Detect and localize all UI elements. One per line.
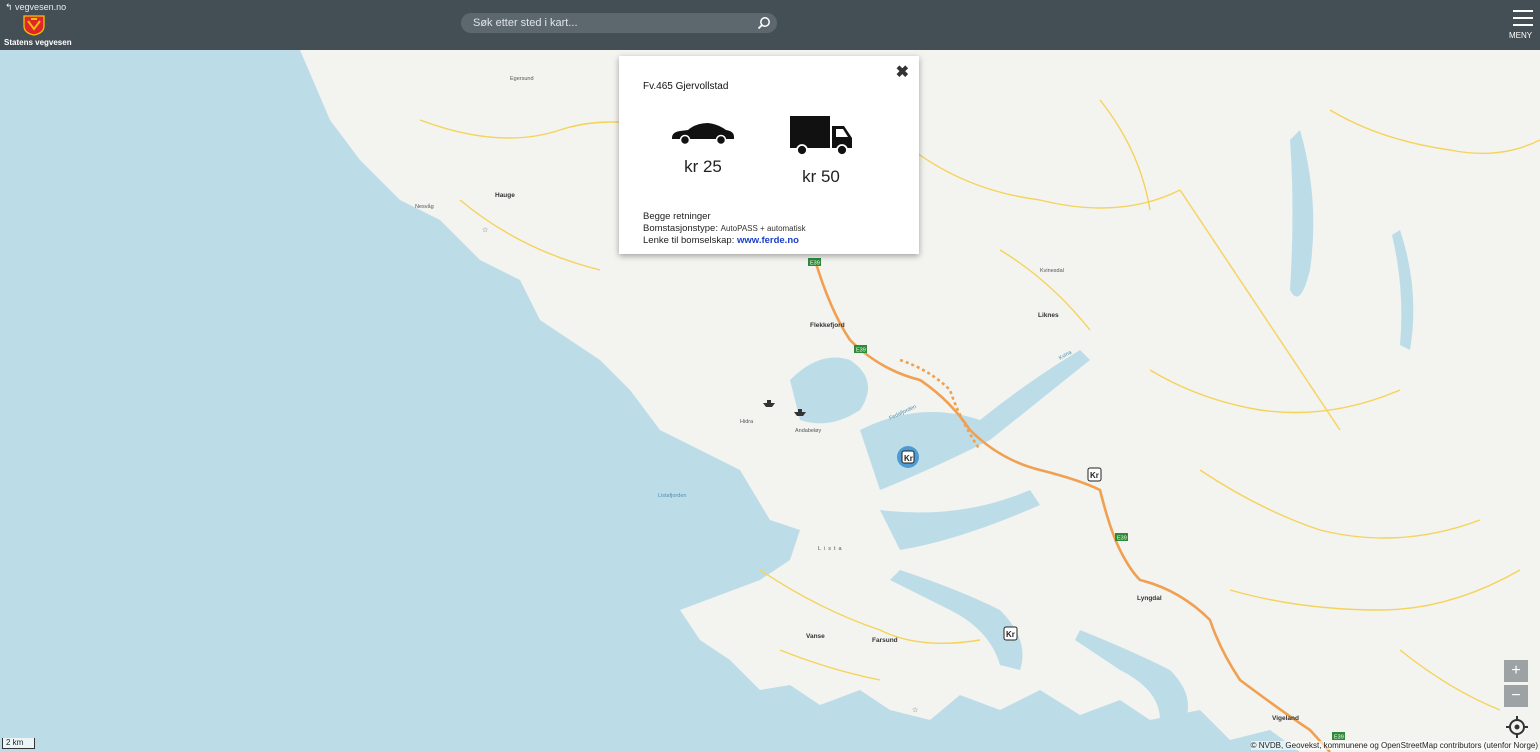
search-input[interactable] <box>461 13 763 33</box>
toll-details: Begge retninger Bomstasjonstype: AutoPAS… <box>643 211 806 247</box>
place-label: Nesvåg <box>415 203 434 210</box>
place-label: Andabeløy <box>795 428 822 434</box>
car-price: kr 25 <box>684 157 722 176</box>
back-link-label: vegvesen.no <box>15 2 67 12</box>
station-type-label: Bomstasjonstype: <box>643 223 718 234</box>
statens-vegvesen-logo[interactable] <box>22 14 46 36</box>
operator-link-label: Lenke til bomselskap: <box>643 235 735 246</box>
toll-station-selected[interactable]: Kr <box>897 446 919 468</box>
map-search <box>461 13 777 33</box>
place-label: Vigeland <box>1272 715 1299 722</box>
poi-star-icon: ☆ <box>482 226 488 234</box>
car-price-block: kr 25 <box>663 118 743 177</box>
place-label: Kvinesdal <box>1040 268 1064 274</box>
popup-title: Fv.465 Gjervollstad <box>643 81 729 92</box>
road-shield: E39 <box>808 258 821 267</box>
truck-price-block: kr 50 <box>781 114 861 187</box>
menu-icon-bar <box>1513 10 1533 12</box>
place-label: Flekkefjord <box>810 322 845 329</box>
menu-icon-bar <box>1513 24 1533 26</box>
scale-bar: 2 km <box>2 738 35 749</box>
svg-text:Kr: Kr <box>1090 471 1099 480</box>
operator-row: Lenke til bomselskap: www.ferde.no <box>643 235 806 247</box>
place-label: Listafjorden <box>658 493 686 499</box>
truck-price: kr 50 <box>802 167 840 186</box>
toll-info-popup: ✖ Fv.465 Gjervollstad kr 25 kr 50 Begge … <box>619 56 919 254</box>
menu-icon-bar <box>1513 17 1533 19</box>
top-header: ↰ vegvesen.no Statens vegvesen MENY <box>0 0 1540 50</box>
road-shield: E39 <box>854 345 867 354</box>
road-shield: E39 <box>1332 732 1345 741</box>
toll-station-marker[interactable]: Kr <box>1087 467 1102 482</box>
brand-name: Statens vegvesen <box>4 38 72 47</box>
map-attribution: © NVDB, Geovekst, kommunene og OpenStree… <box>1250 741 1538 750</box>
road-shield: E39 <box>1115 533 1128 542</box>
place-label: Vanse <box>806 633 825 640</box>
poi-star-icon: ☆ <box>912 706 918 714</box>
zoom-in-button[interactable]: + <box>1504 660 1528 682</box>
back-link[interactable]: ↰ vegvesen.no <box>5 2 66 13</box>
direction-text: Begge retninger <box>643 211 711 222</box>
place-label: Liknes <box>1038 312 1059 319</box>
svg-text:Kr: Kr <box>1006 630 1015 639</box>
svg-text:E39: E39 <box>1117 536 1127 542</box>
station-type-row: Bomstasjonstype: AutoPASS + automatisk <box>643 223 806 235</box>
place-label: Hauge <box>495 192 515 199</box>
svg-text:E39: E39 <box>810 261 820 267</box>
menu-button[interactable]: MENY <box>1509 10 1535 40</box>
toll-station-marker[interactable]: Kr <box>1003 626 1018 641</box>
svg-text:E39: E39 <box>856 348 866 354</box>
place-label: Egersund <box>510 76 534 82</box>
zoom-out-button[interactable]: − <box>1504 685 1528 707</box>
svg-text:Kr: Kr <box>904 454 913 463</box>
locate-me-icon[interactable] <box>1506 716 1528 738</box>
menu-label: MENY <box>1509 31 1533 40</box>
car-icon <box>672 123 734 146</box>
truck-icon <box>790 116 852 156</box>
place-label: Farsund <box>872 637 898 644</box>
station-type-value: AutoPASS + automatisk <box>720 224 806 233</box>
search-icon[interactable] <box>757 16 771 30</box>
place-label: Lyngdal <box>1137 595 1162 602</box>
operator-link[interactable]: www.ferde.no <box>737 235 799 246</box>
close-icon[interactable]: ✖ <box>896 62 909 82</box>
svg-text:E39: E39 <box>1334 735 1344 741</box>
place-label: Hidra <box>740 419 754 425</box>
place-label: Lista <box>818 546 845 552</box>
